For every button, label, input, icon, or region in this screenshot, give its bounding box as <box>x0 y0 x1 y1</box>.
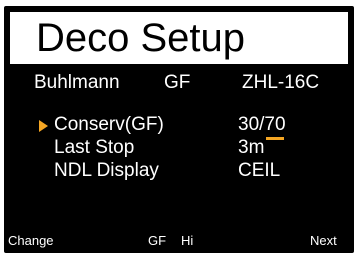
menu-item-last-stop[interactable]: Last Stop 3m <box>4 137 354 161</box>
gf-low-value: 30 <box>238 114 260 135</box>
softkey-context-hi: Hi <box>181 233 194 248</box>
ndl-display-label: NDL Display <box>54 160 159 181</box>
last-stop-label: Last Stop <box>54 137 135 158</box>
ndl-display-value: CEIL <box>238 160 281 181</box>
algorithm-label: ZHL-16C <box>242 72 320 93</box>
page-title: Deco Setup <box>36 16 246 60</box>
gf-high-value[interactable]: 70 <box>264 114 285 135</box>
menu-item-conservatism[interactable]: Conserv(GF) 30/70 <box>4 114 354 140</box>
softkey-context-gf: GF <box>148 233 167 248</box>
last-stop-value: 3m <box>238 137 265 158</box>
deco-model-label: Buhlmann <box>34 72 120 93</box>
selection-arrow-icon <box>39 120 48 132</box>
screen: Deco Setup Buhlmann GF ZHL-16C Conserv(G… <box>0 0 360 259</box>
next-softkey[interactable]: Next <box>310 233 337 249</box>
conservatism-value[interactable]: 30/70 <box>238 114 286 136</box>
menu-item-ndl-display[interactable]: NDL Display CEIL <box>4 160 354 184</box>
title-bar: Deco Setup <box>10 12 348 64</box>
conservatism-label: Conserv(GF) <box>54 114 164 135</box>
dive-computer-display: Deco Setup Buhlmann GF ZHL-16C Conserv(G… <box>4 6 354 253</box>
gf-mode-label: GF <box>164 72 191 93</box>
change-softkey[interactable]: Change <box>8 233 54 249</box>
